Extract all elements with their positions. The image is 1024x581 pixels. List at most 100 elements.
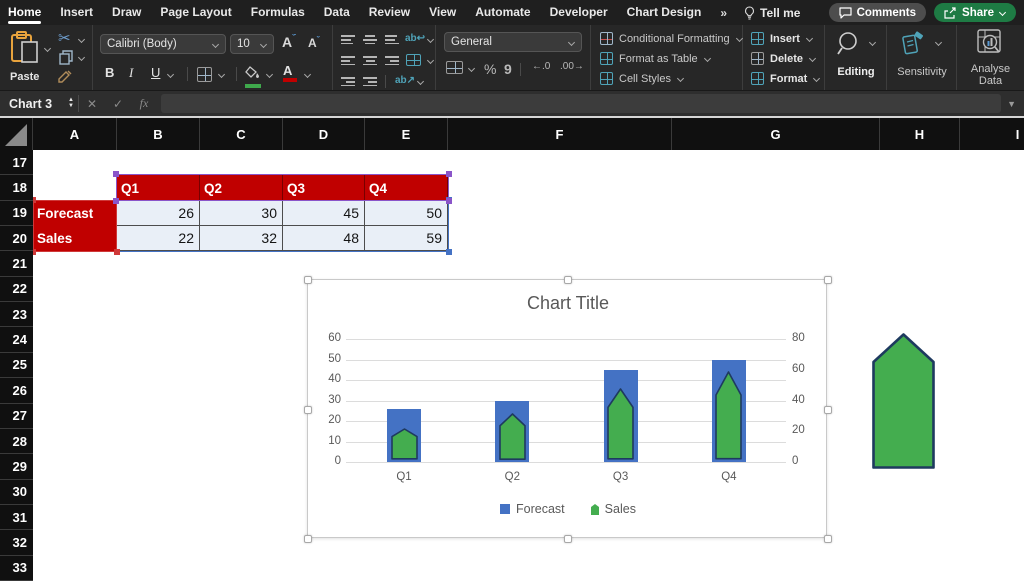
cell-series-label-sales[interactable]: Sales	[33, 226, 117, 251]
row-header-27[interactable]: 27	[0, 404, 33, 429]
fill-color-button[interactable]	[245, 65, 261, 88]
insert-function-button[interactable]: fx	[131, 96, 157, 111]
share-button[interactable]: Share	[934, 3, 1016, 22]
row-header-26[interactable]: 26	[0, 378, 33, 403]
sheet-cells-area[interactable]: Q1Q2Q3Q4Forecast26304550Sales22324859 Ch…	[33, 150, 1024, 581]
cell-quarter-header-Q1[interactable]: Q1	[117, 175, 200, 200]
copy-chevron-icon[interactable]	[78, 54, 85, 61]
paste-button[interactable]	[10, 31, 40, 70]
underline-chevron-icon[interactable]	[167, 71, 174, 78]
cell-quarter-header-Q4[interactable]: Q4	[365, 175, 448, 200]
row-header-25[interactable]: 25	[0, 353, 33, 378]
increase-indent-icon[interactable]	[363, 75, 377, 89]
name-box[interactable]: Chart 3 ▲▼	[0, 91, 78, 116]
analyse-data-icon[interactable]	[977, 29, 1005, 57]
copy-icon[interactable]	[59, 50, 73, 65]
editing-chevron-icon[interactable]	[869, 39, 876, 46]
enter-button[interactable]: ✓	[105, 97, 131, 111]
row-header-28[interactable]: 28	[0, 429, 33, 454]
column-header-F[interactable]: F	[448, 118, 672, 150]
align-left-icon[interactable]	[341, 54, 355, 68]
pentagon-sales-q2[interactable]	[499, 413, 526, 460]
borders-button[interactable]	[197, 67, 212, 82]
cell-styles-button[interactable]: Cell Styles	[600, 72, 684, 85]
select-all-corner[interactable]	[0, 118, 33, 150]
column-header-G[interactable]: G	[672, 118, 880, 150]
legend-item-forecast[interactable]: Forecast	[500, 502, 565, 516]
delete-cells-button[interactable]: Delete	[751, 52, 816, 65]
borders-chevron-icon[interactable]	[218, 71, 225, 78]
cut-icon[interactable]: ✂	[58, 29, 71, 47]
bold-button[interactable]: B	[105, 65, 114, 80]
cell-value[interactable]: 45	[283, 201, 365, 226]
chart-legend[interactable]: Forecast Sales	[308, 502, 828, 516]
increase-decimal-button[interactable]: ←.0	[532, 61, 550, 72]
tab-automate[interactable]: Automate	[475, 1, 530, 25]
row-header-32[interactable]: 32	[0, 530, 33, 555]
cell-series-label-forecast[interactable]: Forecast	[33, 201, 117, 226]
column-header-C[interactable]: C	[200, 118, 283, 150]
chart-selection-handle[interactable]	[564, 535, 572, 543]
wrap-chevron-icon[interactable]	[427, 36, 434, 43]
sensitivity-chevron-icon[interactable]	[935, 39, 942, 46]
chart-selection-handle[interactable]	[824, 406, 832, 414]
column-header-D[interactable]: D	[283, 118, 365, 150]
comma-style-button[interactable]: 9	[504, 61, 512, 77]
orientation-icon[interactable]: ab↗	[395, 75, 415, 86]
underline-button[interactable]: U	[151, 65, 160, 80]
row-header-22[interactable]: 22	[0, 277, 33, 302]
decrease-indent-icon[interactable]	[341, 75, 355, 89]
chart-title[interactable]: Chart Title	[308, 293, 828, 314]
cancel-button[interactable]: ✕	[79, 97, 105, 111]
chart-selection-handle[interactable]	[824, 276, 832, 284]
italic-button[interactable]: I	[129, 65, 133, 81]
sensitivity-tag-icon[interactable]	[901, 31, 927, 57]
format-painter-icon[interactable]	[58, 70, 73, 84]
accounting-format-icon[interactable]	[446, 61, 463, 74]
chart-selection-handle[interactable]	[564, 276, 572, 284]
align-middle-icon[interactable]	[363, 33, 377, 47]
cell-value[interactable]: 59	[365, 226, 448, 251]
font-color-button[interactable]: A	[283, 63, 297, 82]
tab-insert[interactable]: Insert	[60, 1, 93, 25]
decrease-decimal-button[interactable]: .00→	[560, 61, 584, 72]
align-center-icon[interactable]	[363, 54, 377, 68]
number-format-select[interactable]: General	[444, 32, 582, 52]
formula-input[interactable]	[161, 94, 1001, 113]
conditional-formatting-button[interactable]: Conditional Formatting	[600, 32, 743, 45]
paste-chevron-icon[interactable]	[44, 45, 51, 52]
tell-me-button[interactable]: Tell me	[744, 6, 800, 20]
cell-value[interactable]: 50	[365, 201, 448, 226]
tab-developer[interactable]: Developer	[550, 1, 608, 25]
column-header-A[interactable]: A	[33, 118, 117, 150]
font-color-chevron-icon[interactable]	[304, 71, 311, 78]
row-header-18[interactable]: 18	[0, 175, 33, 200]
pentagon-sales-q3[interactable]	[607, 388, 634, 460]
cell-value[interactable]: 26	[117, 201, 200, 226]
chart-selection-handle[interactable]	[304, 406, 312, 414]
legend-item-sales[interactable]: Sales	[591, 502, 636, 516]
wrap-text-icon[interactable]: ab↩	[405, 33, 425, 44]
tab-page-layout[interactable]: Page Layout	[160, 1, 231, 25]
cell-quarter-header-Q2[interactable]: Q2	[200, 175, 283, 200]
cell-value[interactable]: 30	[200, 201, 283, 226]
cell-value[interactable]: 32	[200, 226, 283, 251]
align-right-icon[interactable]	[385, 54, 399, 68]
tab-home[interactable]: Home	[8, 1, 41, 25]
pentagon-sales-q4[interactable]	[715, 371, 742, 460]
column-header-E[interactable]: E	[365, 118, 448, 150]
cut-chevron-icon[interactable]	[78, 36, 85, 43]
chart-selection-handle[interactable]	[824, 535, 832, 543]
row-header-29[interactable]: 29	[0, 454, 33, 479]
font-size-select[interactable]: 10	[230, 34, 274, 54]
format-as-table-button[interactable]: Format as Table	[600, 52, 711, 65]
insert-cells-button[interactable]: Insert	[751, 32, 813, 45]
row-header-33[interactable]: 33	[0, 556, 33, 581]
pentagon-arrow-shape[interactable]	[872, 333, 935, 469]
orientation-chevron-icon[interactable]	[417, 78, 424, 85]
font-name-select[interactable]: Calibri (Body)	[100, 34, 226, 54]
percent-style-button[interactable]: %	[484, 61, 496, 77]
row-header-19[interactable]: 19	[0, 201, 33, 226]
shrink-font-button[interactable]: Aˇ	[308, 35, 320, 50]
cell-value[interactable]: 22	[117, 226, 200, 251]
